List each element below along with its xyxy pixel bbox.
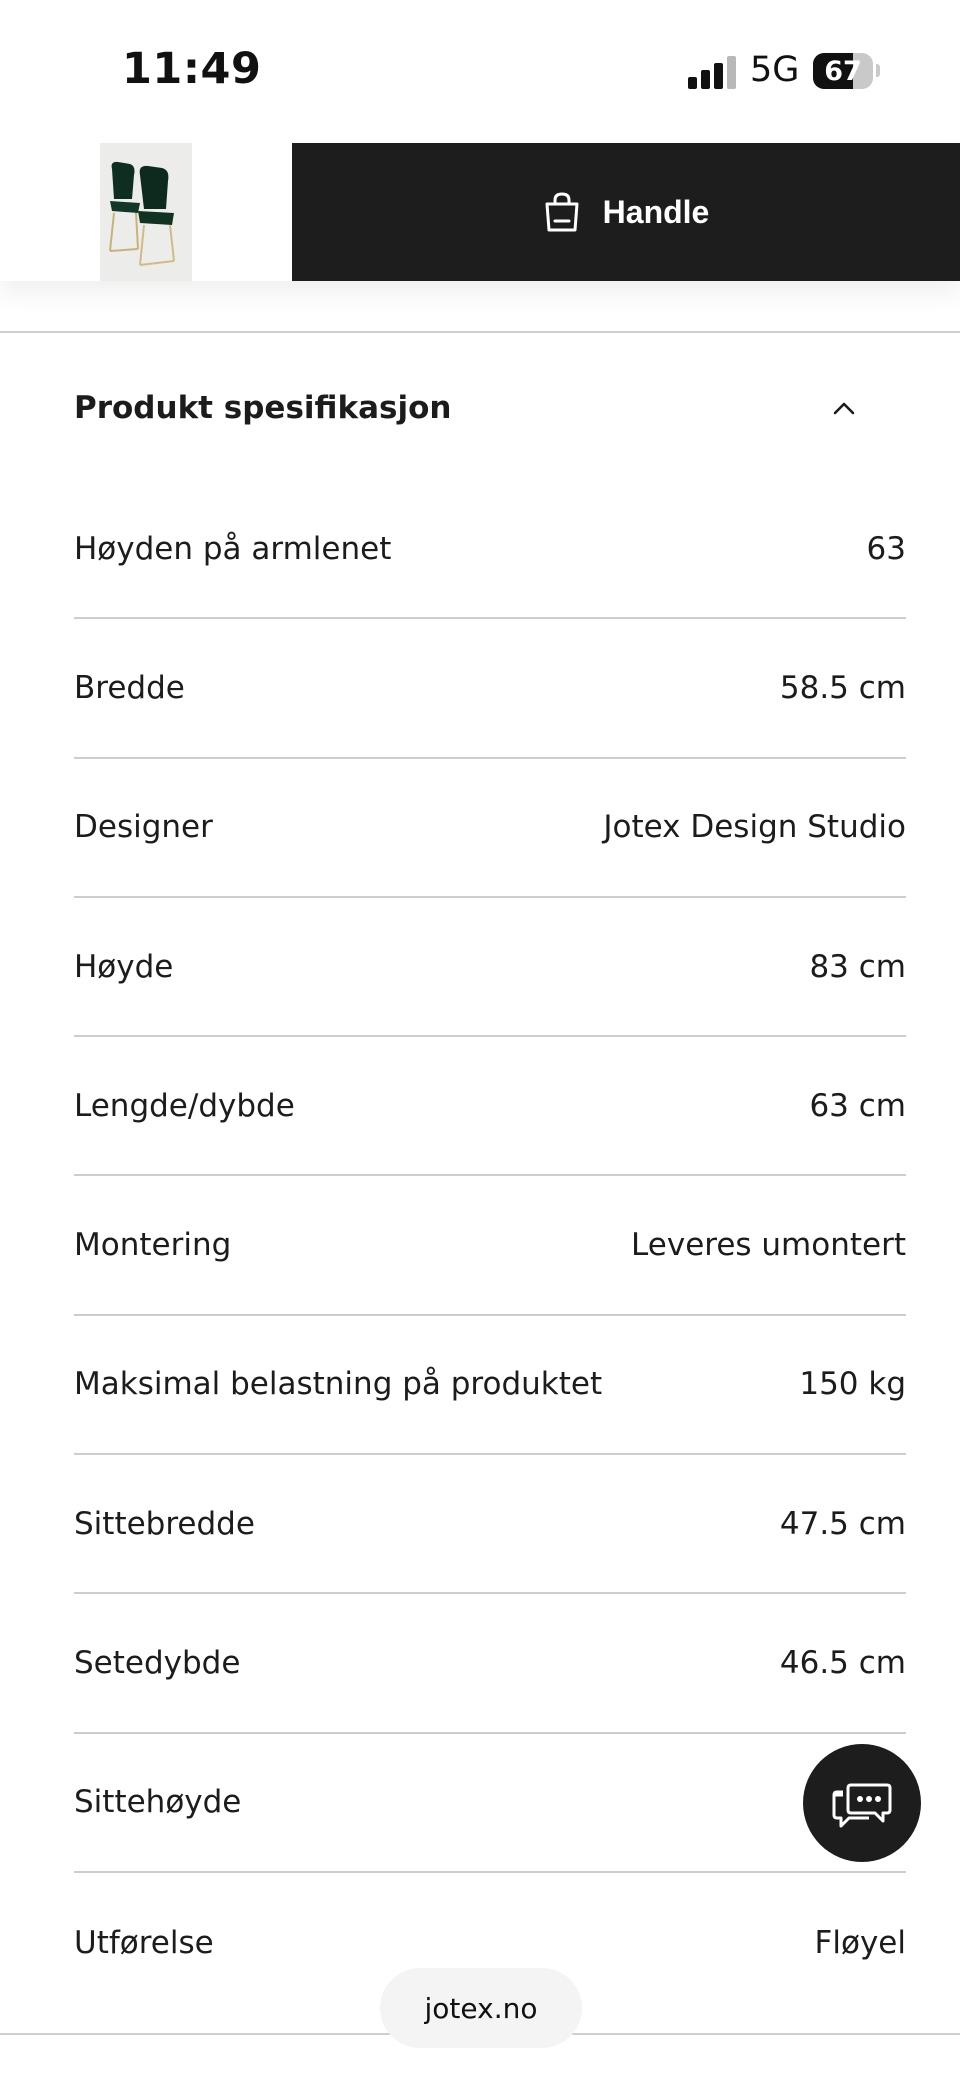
spec-value: 63 [866, 530, 906, 567]
spec-row: Høyden på armlenet 63 [74, 480, 906, 620]
spec-row: Sittebredde 47.5 cm [74, 1455, 906, 1595]
buy-button[interactable]: Handle [292, 143, 960, 281]
battery-icon: 67 [813, 53, 873, 89]
spec-value: Jotex Design Studio [603, 809, 906, 846]
sticky-buy-bar: Handle [0, 143, 960, 281]
chat-button[interactable] [803, 1744, 921, 1862]
spec-row: Lengde/dybde 63 cm [74, 1037, 906, 1177]
spec-row: Maksimal belastning på produktet 150 kg [74, 1316, 906, 1456]
battery-level: 67 [824, 56, 862, 87]
chair-thumbnail [100, 143, 192, 281]
buy-button-label: Handle [602, 193, 710, 230]
chat-bubbles-icon [832, 1783, 892, 1828]
spec-label: Designer [74, 809, 213, 846]
spec-label: Høyde [74, 948, 174, 985]
status-time: 11:49 [122, 44, 262, 94]
status-bar: 11:49 5G 67 [0, 0, 960, 142]
spec-label: Lengde/dybde [74, 1087, 295, 1124]
spec-value: Fløyel [814, 1924, 906, 1961]
spec-value: 63 cm [809, 1087, 906, 1124]
spec-row: Sittehøyde [74, 1734, 906, 1873]
spec-row: Setedybde 46.5 cm [74, 1594, 906, 1734]
spec-section-title: Produkt spesifikasjon [74, 390, 452, 426]
browser-url-pill[interactable]: jotex.no [380, 1968, 582, 2048]
spec-value: 47.5 cm [779, 1505, 906, 1542]
chevron-up-icon[interactable] [832, 400, 856, 416]
spec-row: Bredde 58.5 cm [74, 619, 906, 759]
spec-label: Sittehøyde [74, 1784, 242, 1821]
spec-label: Maksimal belastning på produktet [74, 1366, 603, 1403]
spec-label: Bredde [74, 669, 185, 706]
spec-row: Montering Leveres umontert [74, 1176, 906, 1316]
spec-label: Utførelse [74, 1924, 214, 1961]
spec-value: 150 kg [799, 1366, 906, 1403]
spec-label: Sittebredde [74, 1505, 255, 1542]
spec-label: Setedybde [74, 1645, 241, 1682]
url-text: jotex.no [424, 1991, 538, 2025]
spec-table: Høyden på armlenet 63 Bredde 58.5 cm Des… [74, 480, 906, 2012]
cellular-signal-icon [688, 56, 736, 89]
spec-label: Høyden på armlenet [74, 530, 392, 567]
shopping-bag-icon [545, 192, 579, 232]
spec-value: 58.5 cm [779, 669, 906, 706]
spec-accordion-header[interactable]: Produkt spesifikasjon [74, 360, 886, 456]
network-type: 5G [750, 50, 800, 90]
spec-value: 46.5 cm [779, 1645, 906, 1682]
spec-row: Designer Jotex Design Studio [74, 759, 906, 898]
battery-tip [876, 64, 880, 77]
spec-value: Leveres umontert [631, 1227, 906, 1264]
spec-label: Montering [74, 1227, 232, 1264]
spec-row: Høyde 83 cm [74, 898, 906, 1038]
section-divider [0, 331, 960, 333]
product-thumbnail[interactable] [100, 143, 192, 281]
spec-value: 83 cm [809, 948, 906, 985]
